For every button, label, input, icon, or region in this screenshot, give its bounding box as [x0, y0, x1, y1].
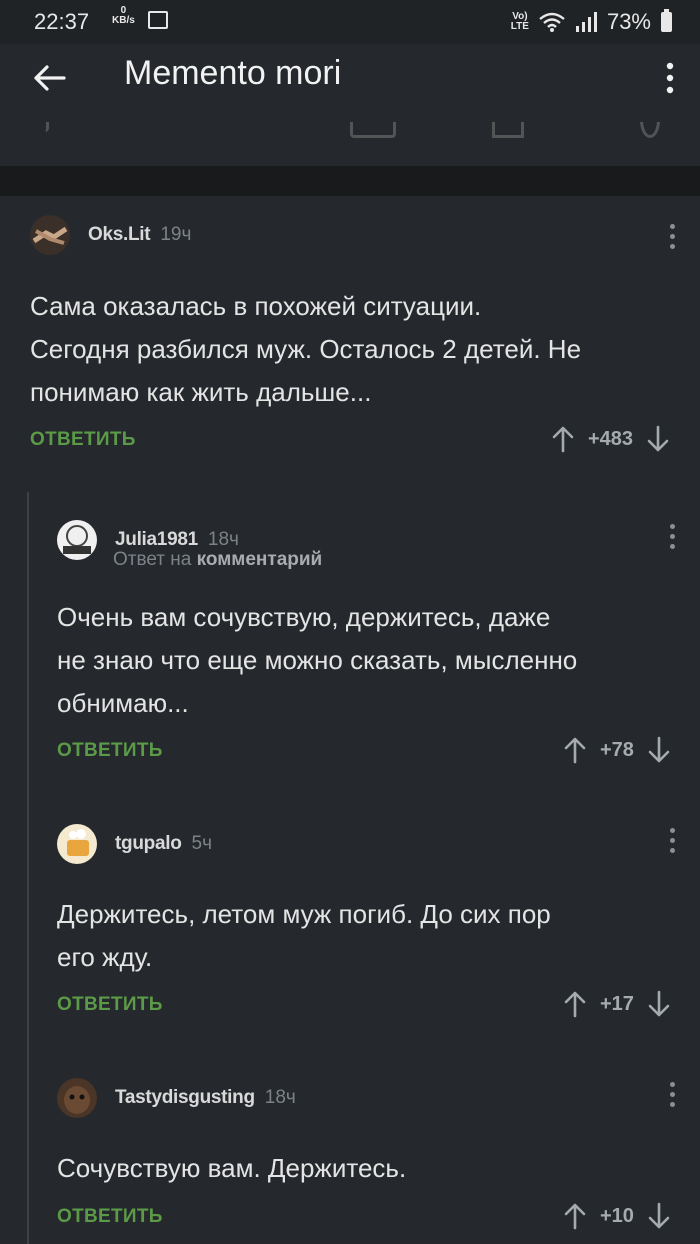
overflow-menu-icon[interactable]: [660, 60, 680, 96]
comment-time: 19ч: [160, 224, 192, 245]
reply-button[interactable]: ОТВЕТИТЬ: [30, 429, 136, 451]
network-speed: 0 KB/s: [112, 5, 135, 26]
downvote-icon[interactable]: [647, 425, 669, 453]
comment-score: +78: [600, 738, 634, 761]
signal-icon: [575, 12, 597, 32]
upvote-icon[interactable]: [564, 736, 586, 764]
battery-icon: [661, 9, 672, 32]
page-title: Memento mori: [124, 54, 342, 92]
downvote-icon[interactable]: [648, 736, 670, 764]
reply-to-label: Ответ на комментарий: [113, 549, 323, 570]
avatar[interactable]: [30, 215, 70, 255]
comment-menu-icon[interactable]: [666, 524, 678, 554]
comment-text: Сочувствую вам. Держитесь.: [57, 1153, 407, 1183]
comment-header: tgupalo 5ч: [57, 824, 212, 864]
comment-text: Держитесь, летом муж погиб. До сих пор е…: [57, 899, 551, 972]
post-save-icon[interactable]: [492, 122, 524, 138]
thread-line: [27, 492, 29, 1244]
post-comments-icon[interactable]: [350, 122, 396, 138]
avatar[interactable]: [57, 824, 97, 864]
battery-percent: 73%: [606, 9, 651, 34]
comment-time: 18ч: [207, 529, 239, 550]
post-action-bar: [0, 122, 700, 166]
app-bar: Memento mori: [0, 44, 700, 122]
comment-time: 18ч: [264, 1087, 296, 1108]
reply-button[interactable]: ОТВЕТИТЬ: [57, 994, 163, 1016]
comment-menu-icon[interactable]: [666, 224, 678, 254]
comment-score: +17: [600, 992, 634, 1015]
comment-score: +483: [588, 427, 634, 450]
upvote-icon[interactable]: [564, 1202, 586, 1230]
comment-author[interactable]: tgupalo: [115, 833, 182, 855]
comment-time: 5ч: [191, 833, 212, 854]
vote-controls: +17: [564, 990, 670, 1018]
reply-button[interactable]: ОТВЕТИТЬ: [57, 740, 163, 762]
comment-header: Oks.Lit 19ч: [30, 215, 191, 255]
downvote-icon[interactable]: [648, 990, 670, 1018]
upvote-icon[interactable]: [552, 425, 574, 453]
wifi-icon: [539, 12, 565, 32]
comment-text: Очень вам сочувствую, держитесь, даже не…: [57, 602, 578, 718]
gallery-notification-icon: [148, 11, 168, 29]
comment-score: +10: [600, 1204, 634, 1227]
section-divider: [0, 166, 700, 196]
comment-menu-icon[interactable]: [666, 828, 678, 858]
status-right: Vo) LTE 73%: [511, 9, 672, 35]
upvote-icon[interactable]: [564, 990, 586, 1018]
status-bar: 22:37 0 KB/s Vo) LTE 73%: [0, 0, 700, 44]
vote-controls: +78: [564, 736, 670, 764]
downvote-icon[interactable]: [648, 1202, 670, 1230]
status-time: 22:37: [34, 9, 90, 34]
comment-header: Tastydisgusting 18ч: [57, 1078, 296, 1118]
reply-to-link[interactable]: комментарий: [197, 549, 323, 570]
comment-menu-icon[interactable]: [666, 1082, 678, 1112]
reply-button[interactable]: ОТВЕТИТЬ: [57, 1206, 163, 1228]
vote-controls: +483: [552, 425, 669, 453]
avatar[interactable]: [57, 1078, 97, 1118]
comment-author[interactable]: Oks.Lit: [88, 224, 151, 246]
vote-controls: +10: [564, 1202, 670, 1230]
post-upvote-icon[interactable]: [40, 122, 49, 132]
post-share-icon[interactable]: [640, 122, 660, 138]
comment-author[interactable]: Tastydisgusting: [115, 1087, 255, 1109]
comment-text: Сама оказалась в похожей ситуации. Сегод…: [30, 291, 582, 407]
back-arrow-icon[interactable]: [30, 58, 70, 98]
volte-icon: Vo) LTE: [510, 11, 529, 32]
avatar[interactable]: [57, 520, 97, 560]
comment-author[interactable]: Julia1981: [115, 529, 198, 551]
